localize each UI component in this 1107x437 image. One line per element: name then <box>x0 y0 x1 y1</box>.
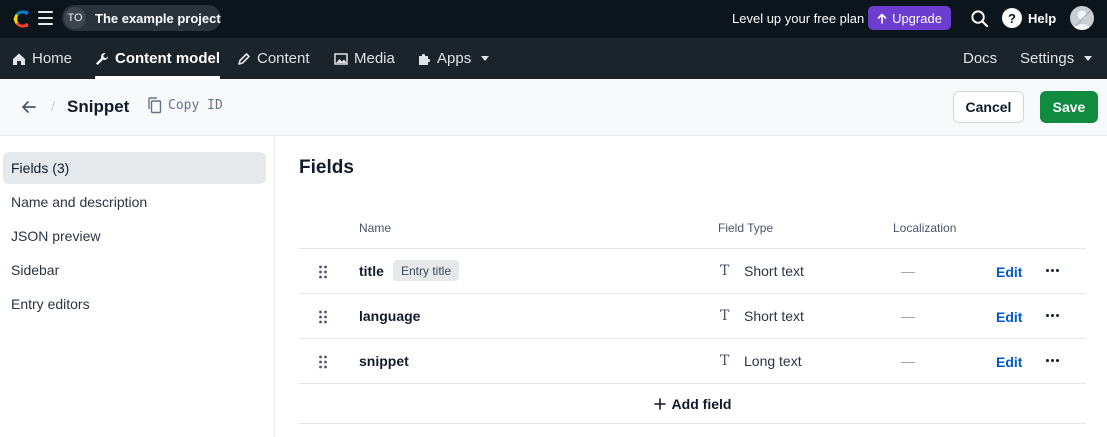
nav-content[interactable]: Content <box>237 38 310 79</box>
main-nav: Home Content model Content Media Apps Do… <box>0 38 1107 79</box>
search-icon[interactable] <box>970 9 989 28</box>
drag-handle-icon[interactable] <box>318 355 328 369</box>
localization-value: — <box>901 263 915 279</box>
add-field-button[interactable]: Add field <box>299 383 1086 424</box>
drag-handle-icon[interactable] <box>318 265 328 279</box>
nav-home[interactable]: Home <box>12 38 72 79</box>
localization-value: — <box>901 308 915 324</box>
sidebar-item-entry-editors[interactable]: Entry editors <box>3 288 266 320</box>
image-icon <box>334 52 348 65</box>
add-field-label: Add field <box>671 395 732 412</box>
more-actions-icon[interactable] <box>1044 262 1060 278</box>
field-name: language <box>359 308 421 324</box>
nav-content-model[interactable]: Content model <box>95 38 220 79</box>
home-icon <box>13 53 25 65</box>
sidebar-item-json-preview[interactable]: JSON preview <box>3 220 266 252</box>
field-type: Short text <box>744 263 804 279</box>
nav-content-model-label: Content model <box>115 50 220 67</box>
level-up-text: Level up your free plan <box>732 11 865 26</box>
field-name: snippet <box>359 353 409 369</box>
top-bar: TO The example project Level up your fre… <box>0 0 1107 38</box>
copy-id-label: Copy ID <box>168 98 223 113</box>
text-type-icon: T <box>720 308 730 324</box>
arrow-left-icon[interactable] <box>20 98 38 116</box>
page-title: Snippet <box>67 97 130 116</box>
column-header-localization: Localization <box>893 221 957 235</box>
content-type-header: / Snippet Copy ID Cancel Save <box>0 79 1107 136</box>
nav-home-label: Home <box>32 50 73 67</box>
fields-heading: Fields <box>299 157 354 178</box>
upgrade-label: Upgrade <box>892 10 942 26</box>
help-icon: ? <box>1002 8 1022 28</box>
column-header-field-type: Field Type <box>718 221 774 235</box>
user-avatar[interactable] <box>1070 6 1094 30</box>
nav-content-label: Content <box>257 50 310 67</box>
cancel-button[interactable]: Cancel <box>953 91 1024 123</box>
nav-apps[interactable]: Apps <box>417 38 490 79</box>
localization-value: — <box>901 353 915 369</box>
menu-icon[interactable] <box>38 11 53 25</box>
user-icon <box>1073 10 1091 30</box>
content-type-sidebar: Fields (3) Name and description JSON pre… <box>0 136 275 437</box>
upgrade-button[interactable]: Upgrade <box>868 6 951 30</box>
project-switcher[interactable]: TO The example project <box>62 5 221 31</box>
column-header-name: Name <box>359 221 392 235</box>
nav-settings-label: Settings <box>1020 50 1075 67</box>
arrow-up-icon <box>877 13 887 24</box>
nav-docs-label: Docs <box>963 50 998 67</box>
chevron-down-icon <box>1084 56 1093 61</box>
project-name: The example project <box>95 10 221 26</box>
field-type: Short text <box>744 308 804 324</box>
nav-settings[interactable]: Settings <box>1020 38 1093 79</box>
edit-field-link[interactable]: Edit <box>996 309 1022 325</box>
chevron-down-icon <box>481 56 490 61</box>
sidebar-item-fields[interactable]: Fields (3) <box>3 152 266 184</box>
save-button[interactable]: Save <box>1040 91 1098 123</box>
sidebar-item-name-and-description[interactable]: Name and description <box>3 186 266 218</box>
breadcrumb-separator: / <box>51 98 55 114</box>
edit-field-link[interactable]: Edit <box>996 264 1022 280</box>
drag-handle-icon[interactable] <box>318 310 328 324</box>
copy-id-button[interactable]: Copy ID <box>147 97 223 114</box>
field-type: Long text <box>744 353 802 369</box>
sidebar-item-sidebar[interactable]: Sidebar <box>3 254 266 286</box>
project-avatar: TO <box>64 7 86 29</box>
nav-docs[interactable]: Docs <box>963 38 997 79</box>
puzzle-icon <box>419 53 431 65</box>
nav-media-label: Media <box>354 50 395 67</box>
pen-icon <box>238 52 250 65</box>
wrench-icon <box>96 52 108 65</box>
entry-title-badge: Entry title <box>393 260 460 281</box>
help-label: Help <box>1028 10 1057 26</box>
table-row: title Entry title T Short text — Edit <box>299 248 1086 293</box>
edit-field-link[interactable]: Edit <box>996 354 1022 370</box>
text-type-icon: T <box>720 353 730 369</box>
more-actions-icon[interactable] <box>1044 352 1060 368</box>
help-button[interactable]: ? Help <box>1002 8 1056 28</box>
copy-icon <box>148 97 162 114</box>
nav-apps-label: Apps <box>437 50 472 67</box>
text-type-icon: T <box>720 263 730 279</box>
table-row: snippet T Long text — Edit <box>299 338 1086 383</box>
more-actions-icon[interactable] <box>1044 307 1060 323</box>
table-row: language T Short text — Edit <box>299 293 1086 338</box>
plus-icon <box>653 397 666 410</box>
field-name: title <box>359 263 384 279</box>
contentful-logo-icon[interactable] <box>10 8 32 30</box>
nav-media[interactable]: Media <box>334 38 395 79</box>
